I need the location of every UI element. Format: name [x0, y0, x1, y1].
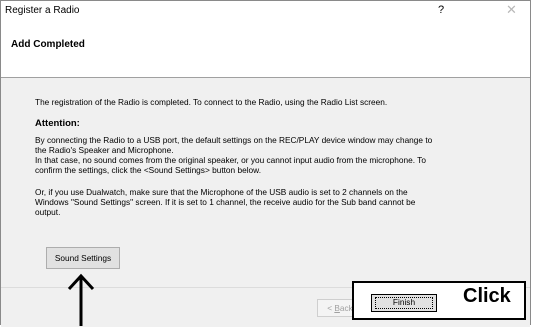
- attention-paragraph-1-line-2: the Radio's Speaker and Microphone.: [35, 145, 174, 155]
- attention-heading: Attention:: [35, 118, 80, 129]
- attention-paragraph-2-line-1: Or, if you use Dualwatch, make sure that…: [35, 187, 408, 197]
- intro-text: The registration of the Radio is complet…: [35, 97, 388, 107]
- up-arrow-icon: [67, 273, 95, 326]
- finish-button[interactable]: Finish: [371, 294, 437, 312]
- title-bar: Register a Radio ? ✕: [1, 1, 530, 19]
- sound-settings-button[interactable]: Sound Settings: [46, 247, 120, 269]
- attention-paragraph-1-line-3: In that case, no sound comes from the or…: [35, 155, 426, 165]
- window-title: Register a Radio: [5, 5, 80, 16]
- attention-paragraph-2-line-2: Windows "Sound Settings" screen. If it i…: [35, 197, 416, 207]
- page-title: Add Completed: [11, 39, 85, 50]
- close-button[interactable]: ✕: [506, 2, 517, 18]
- attention-paragraph-1-line-1: By connecting the Radio to a USB port, t…: [35, 135, 433, 145]
- click-annotation: Click: [463, 285, 511, 307]
- help-button[interactable]: ?: [438, 4, 444, 16]
- wizard-header: Add Completed: [1, 19, 530, 78]
- attention-paragraph-2-line-3: output.: [35, 207, 61, 217]
- finish-label: Finish: [392, 297, 416, 307]
- back-rest: ack: [339, 303, 353, 313]
- register-radio-dialog: Register a Radio ? ✕ Add Completed The r…: [0, 0, 531, 327]
- attention-paragraph-1-line-4: confirm the settings, click the <Sound S…: [35, 165, 261, 175]
